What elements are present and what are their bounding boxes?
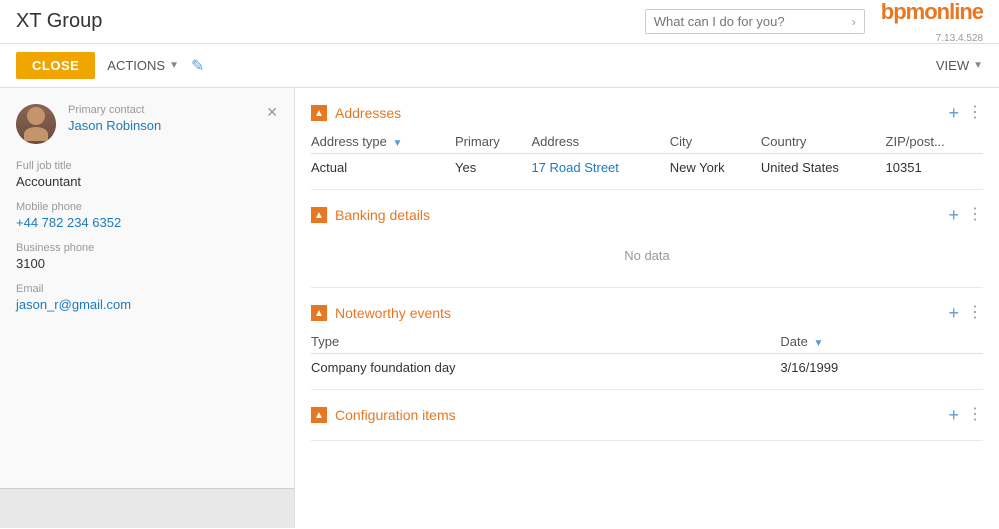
addresses-section: ▲ Addresses + ⋮ Address type ▼ Primary A… xyxy=(311,104,983,190)
primary-cell: Yes xyxy=(455,154,531,182)
email-value[interactable]: jason_r@gmail.com xyxy=(16,297,278,312)
address-type-cell: Actual xyxy=(311,154,455,182)
search-arrow-icon: › xyxy=(852,15,856,29)
app-title: XT Group xyxy=(16,10,645,33)
addresses-title: Addresses xyxy=(335,105,940,121)
addresses-toggle[interactable]: ▲ xyxy=(311,105,327,121)
banking-more-button[interactable]: ⋮ xyxy=(967,207,983,223)
action-bar: CLOSE ACTIONS ▼ ✎ VIEW ▼ xyxy=(0,44,999,88)
banking-title: Banking details xyxy=(335,207,940,223)
table-row: Actual Yes 17 Road Street New York Unite… xyxy=(311,154,983,182)
config-toggle[interactable]: ▲ xyxy=(311,407,327,423)
contact-section: Primary contact Jason Robinson ✕ xyxy=(16,104,278,144)
view-button[interactable]: VIEW ▼ xyxy=(936,58,983,73)
addresses-more-button[interactable]: ⋮ xyxy=(967,105,983,121)
noteworthy-add-button[interactable]: + xyxy=(948,304,959,322)
main-layout: Primary contact Jason Robinson ✕ Full jo… xyxy=(0,88,999,528)
job-title-label: Full job title xyxy=(16,160,278,172)
addresses-add-button[interactable]: + xyxy=(948,104,959,122)
config-more-button[interactable]: ⋮ xyxy=(967,407,983,423)
email-group: Email jason_r@gmail.com xyxy=(16,283,278,312)
content-area: ▲ Addresses + ⋮ Address type ▼ Primary A… xyxy=(295,88,999,528)
bpmonline-logo: bpmonline xyxy=(881,0,983,25)
col-primary: Primary xyxy=(455,130,531,154)
event-date-cell: 3/16/1999 xyxy=(780,354,983,382)
primary-contact-name[interactable]: Jason Robinson xyxy=(68,118,278,133)
sidebar-footer xyxy=(0,488,294,528)
addresses-table-header-row: Address type ▼ Primary Address City Coun… xyxy=(311,130,983,154)
business-phone-group: Business phone 3100 xyxy=(16,242,278,271)
actions-caret-icon: ▼ xyxy=(169,60,179,71)
banking-details-section: ▲ Banking details + ⋮ No data xyxy=(311,206,983,288)
city-cell: New York xyxy=(670,154,761,182)
address-cell[interactable]: 17 Road Street xyxy=(531,154,669,182)
noteworthy-section-header: ▲ Noteworthy events + ⋮ xyxy=(311,304,983,322)
search-input[interactable] xyxy=(654,14,852,29)
country-cell: United States xyxy=(761,154,886,182)
table-row: Company foundation day 3/16/1999 xyxy=(311,354,983,382)
addresses-section-header: ▲ Addresses + ⋮ xyxy=(311,104,983,122)
banking-no-data: No data xyxy=(311,232,983,279)
col-zip: ZIP/post... xyxy=(886,130,983,154)
top-bar: XT Group › bpmonline 7.13.4.528 xyxy=(0,0,999,44)
noteworthy-table-header-row: Type Date ▼ xyxy=(311,330,983,354)
date-sort-icon[interactable]: ▼ xyxy=(813,338,823,349)
config-add-button[interactable]: + xyxy=(948,406,959,424)
contact-close-button[interactable]: ✕ xyxy=(266,104,278,121)
avatar xyxy=(16,104,56,144)
action-bar-left: CLOSE ACTIONS ▼ ✎ xyxy=(16,52,204,79)
email-label: Email xyxy=(16,283,278,295)
col-address-type: Address type ▼ xyxy=(311,130,455,154)
business-phone-value: 3100 xyxy=(16,256,278,271)
banking-add-button[interactable]: + xyxy=(948,206,959,224)
addresses-table: Address type ▼ Primary Address City Coun… xyxy=(311,130,983,181)
banking-toggle[interactable]: ▲ xyxy=(311,207,327,223)
job-title-group: Full job title Accountant xyxy=(16,160,278,189)
noteworthy-more-button[interactable]: ⋮ xyxy=(967,305,983,321)
col-date: Date ▼ xyxy=(780,330,983,354)
actions-button[interactable]: ACTIONS ▼ xyxy=(107,58,179,73)
configuration-items-section: ▲ Configuration items + ⋮ xyxy=(311,406,983,441)
noteworthy-title: Noteworthy events xyxy=(335,305,940,321)
zip-cell: 10351 xyxy=(886,154,983,182)
sidebar: Primary contact Jason Robinson ✕ Full jo… xyxy=(0,88,295,528)
edit-pencil-button[interactable]: ✎ xyxy=(191,56,204,76)
mobile-phone-label: Mobile phone xyxy=(16,201,278,213)
close-button[interactable]: CLOSE xyxy=(16,52,95,79)
address-type-sort-icon[interactable]: ▼ xyxy=(393,138,403,149)
col-city: City xyxy=(670,130,761,154)
noteworthy-events-section: ▲ Noteworthy events + ⋮ Type Date ▼ xyxy=(311,304,983,390)
contact-info: Primary contact Jason Robinson xyxy=(68,104,278,133)
banking-details-section-header: ▲ Banking details + ⋮ xyxy=(311,206,983,224)
job-title-value: Accountant xyxy=(16,174,278,189)
col-country: Country xyxy=(761,130,886,154)
noteworthy-toggle[interactable]: ▲ xyxy=(311,305,327,321)
search-bar[interactable]: › xyxy=(645,9,865,34)
business-phone-label: Business phone xyxy=(16,242,278,254)
noteworthy-table: Type Date ▼ Company foundation day 3/16/… xyxy=(311,330,983,381)
app-version: 7.13.4.528 xyxy=(936,33,983,44)
view-caret-icon: ▼ xyxy=(973,60,983,71)
col-address: Address xyxy=(531,130,669,154)
primary-contact-label: Primary contact xyxy=(68,104,278,116)
mobile-phone-value[interactable]: +44 782 234 6352 xyxy=(16,215,278,230)
col-type: Type xyxy=(311,330,780,354)
mobile-phone-group: Mobile phone +44 782 234 6352 xyxy=(16,201,278,230)
config-section-header: ▲ Configuration items + ⋮ xyxy=(311,406,983,424)
config-title: Configuration items xyxy=(335,407,940,423)
event-type-cell: Company foundation day xyxy=(311,354,780,382)
avatar-face xyxy=(16,104,56,144)
